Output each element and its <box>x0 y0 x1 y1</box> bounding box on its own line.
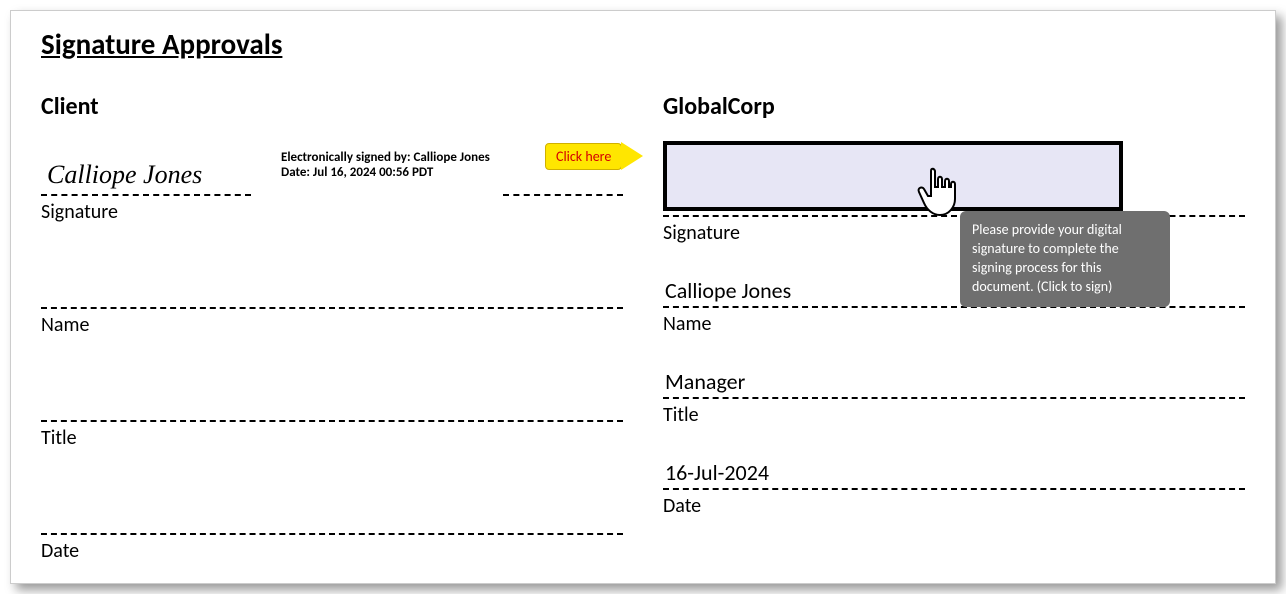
globalcorp-column: Click here GlobalCorp Please provide you… <box>663 92 1245 563</box>
client-name-label: Name <box>41 313 623 337</box>
document-container: Signature Approvals Client Calliope Jone… <box>10 10 1276 584</box>
globalcorp-title-value: Manager <box>665 368 745 395</box>
client-date-line <box>41 490 623 535</box>
client-sig-meta-line1: Electronically signed by: Calliope Jones <box>281 150 503 165</box>
signature-columns: Client Calliope Jones Electronically sig… <box>41 92 1245 563</box>
client-sig-meta-line2: Date: Jul 16, 2024 00:56 PDT <box>281 165 503 180</box>
signature-tooltip: Please provide your digital signature to… <box>960 211 1170 307</box>
client-signature-row: Calliope Jones Electronically signed by:… <box>41 141 623 196</box>
globalcorp-date-line: 16-Jul-2024 <box>663 445 1245 490</box>
client-name-line <box>41 264 623 309</box>
client-title-label: Title <box>41 426 623 450</box>
callout-arrow-icon <box>621 142 643 170</box>
globalcorp-name-value: Calliope Jones <box>665 277 791 304</box>
client-title-line <box>41 377 623 422</box>
client-trailing-line <box>503 194 623 196</box>
section-heading: Signature Approvals <box>41 26 1245 62</box>
signature-target-box[interactable] <box>663 141 1123 211</box>
globalcorp-signature-area: Please provide your digital signature to… <box>663 141 1245 217</box>
globalcorp-title-label: Title <box>663 403 1245 427</box>
client-column: Client Calliope Jones Electronically sig… <box>41 92 623 563</box>
client-signature-line: Calliope Jones <box>41 160 251 196</box>
client-date-label: Date <box>41 539 623 563</box>
globalcorp-date-value: 16-Jul-2024 <box>665 459 769 486</box>
client-party-title: Client <box>41 92 623 121</box>
globalcorp-title-line: Manager <box>663 354 1245 399</box>
globalcorp-party-title: GlobalCorp <box>663 92 1245 121</box>
client-signature-value: Calliope Jones <box>41 160 202 189</box>
callout-text: Click here <box>545 143 622 170</box>
client-signature-label: Signature <box>41 200 623 224</box>
globalcorp-name-label: Name <box>663 312 1245 336</box>
click-here-callout: Click here <box>545 142 643 170</box>
globalcorp-date-label: Date <box>663 494 1245 518</box>
client-signature-meta: Electronically signed by: Calliope Jones… <box>281 150 503 180</box>
